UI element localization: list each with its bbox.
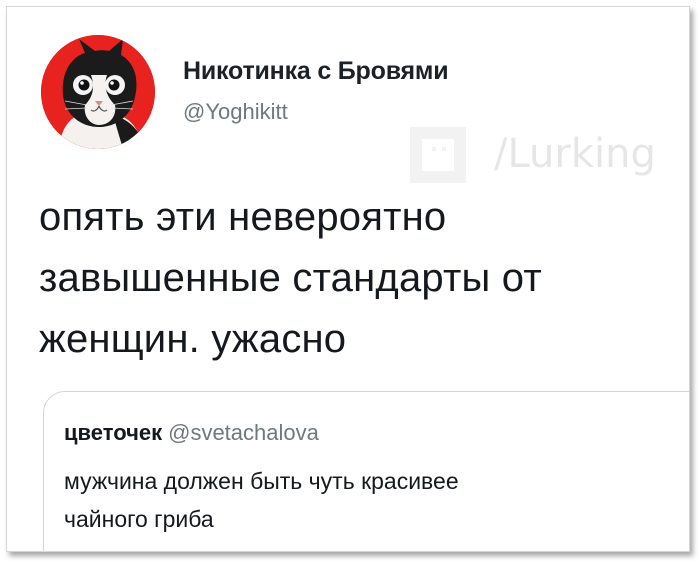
watermark: /Lurking bbox=[402, 117, 672, 197]
quoted-tweet-text: мужчина должен быть чуть красивее чайног… bbox=[64, 462, 689, 538]
watermark-logo-icon bbox=[410, 127, 466, 183]
quoted-tweet-card[interactable]: цветочек @svetachalova мужчина должен быт… bbox=[43, 391, 689, 551]
avatar[interactable] bbox=[41, 35, 155, 149]
author-handle[interactable]: @Yoghikitt bbox=[183, 99, 288, 125]
quoted-tweet-line: чайного гриба bbox=[64, 506, 214, 532]
tweet-screenshot: Никотинка с Бровями @Yoghikitt /Lurking … bbox=[6, 6, 690, 552]
tweet-line: завышенные стандарты от bbox=[39, 256, 542, 300]
tweet-text: опять эти невероятно завышенные стандарт… bbox=[39, 187, 679, 370]
author-name[interactable]: Никотинка с Бровями bbox=[183, 57, 449, 86]
watermark-text: /Lurking bbox=[494, 131, 656, 177]
cat-avatar-icon bbox=[41, 35, 155, 149]
tweet-line: опять эти невероятно bbox=[39, 195, 447, 239]
quoted-author-name[interactable]: цветочек bbox=[64, 420, 162, 445]
tweet-line: женщин. ужасно bbox=[39, 317, 347, 361]
quoted-author-handle[interactable]: @svetachalova bbox=[168, 420, 319, 445]
quoted-tweet-line: мужчина должен быть чуть красивее bbox=[64, 468, 459, 494]
quoted-tweet-header: цветочек @svetachalova bbox=[64, 420, 319, 446]
